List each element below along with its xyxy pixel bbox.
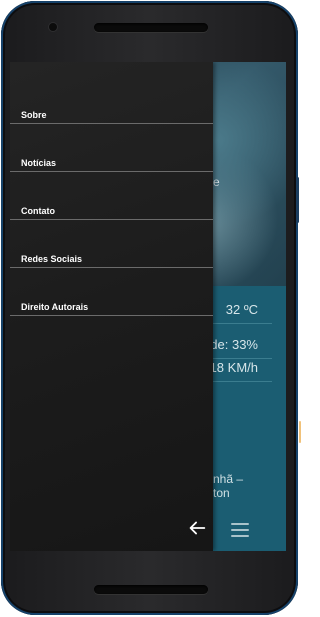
drawer-item-label: Redes Sociais bbox=[21, 254, 83, 264]
drawer-menu: Sobre Notícias Contato Redes Sociais Dir… bbox=[10, 76, 213, 316]
top-speaker bbox=[94, 23, 208, 32]
forecast-line-1: nhã – bbox=[213, 472, 244, 486]
navigation-drawer: Sobre Notícias Contato Redes Sociais Dir… bbox=[10, 62, 213, 551]
hero-text: e bbox=[213, 175, 220, 189]
front-camera bbox=[49, 23, 57, 31]
drawer-item-label: Direito Autorais bbox=[21, 302, 89, 312]
drawer-item-contato[interactable]: Contato bbox=[10, 172, 213, 220]
drawer-item-direito-autorais[interactable]: Direito Autorais bbox=[10, 268, 213, 316]
bottom-speaker bbox=[94, 585, 208, 594]
volume-button bbox=[296, 177, 299, 223]
hamburger-menu-icon[interactable] bbox=[231, 523, 249, 537]
side-accent bbox=[299, 421, 301, 443]
drawer-item-label: Contato bbox=[21, 206, 55, 216]
app-screen: e 32 ºC ade: 33% 18 KM/h nhã – ton Sobre… bbox=[10, 62, 286, 551]
drawer-item-label: Notícias bbox=[21, 158, 57, 168]
drawer-item-noticias[interactable]: Notícias bbox=[10, 124, 213, 172]
forecast-line-2: ton bbox=[213, 486, 230, 500]
drawer-item-label: Sobre bbox=[21, 110, 47, 120]
drawer-item-redes-sociais[interactable]: Redes Sociais bbox=[10, 220, 213, 268]
drawer-item-sobre[interactable]: Sobre bbox=[10, 76, 213, 124]
arrow-left-icon[interactable] bbox=[186, 517, 208, 539]
forecast-text: nhã – ton bbox=[213, 472, 243, 500]
phone-frame: e 32 ºC ade: 33% 18 KM/h nhã – ton Sobre… bbox=[1, 1, 301, 615]
